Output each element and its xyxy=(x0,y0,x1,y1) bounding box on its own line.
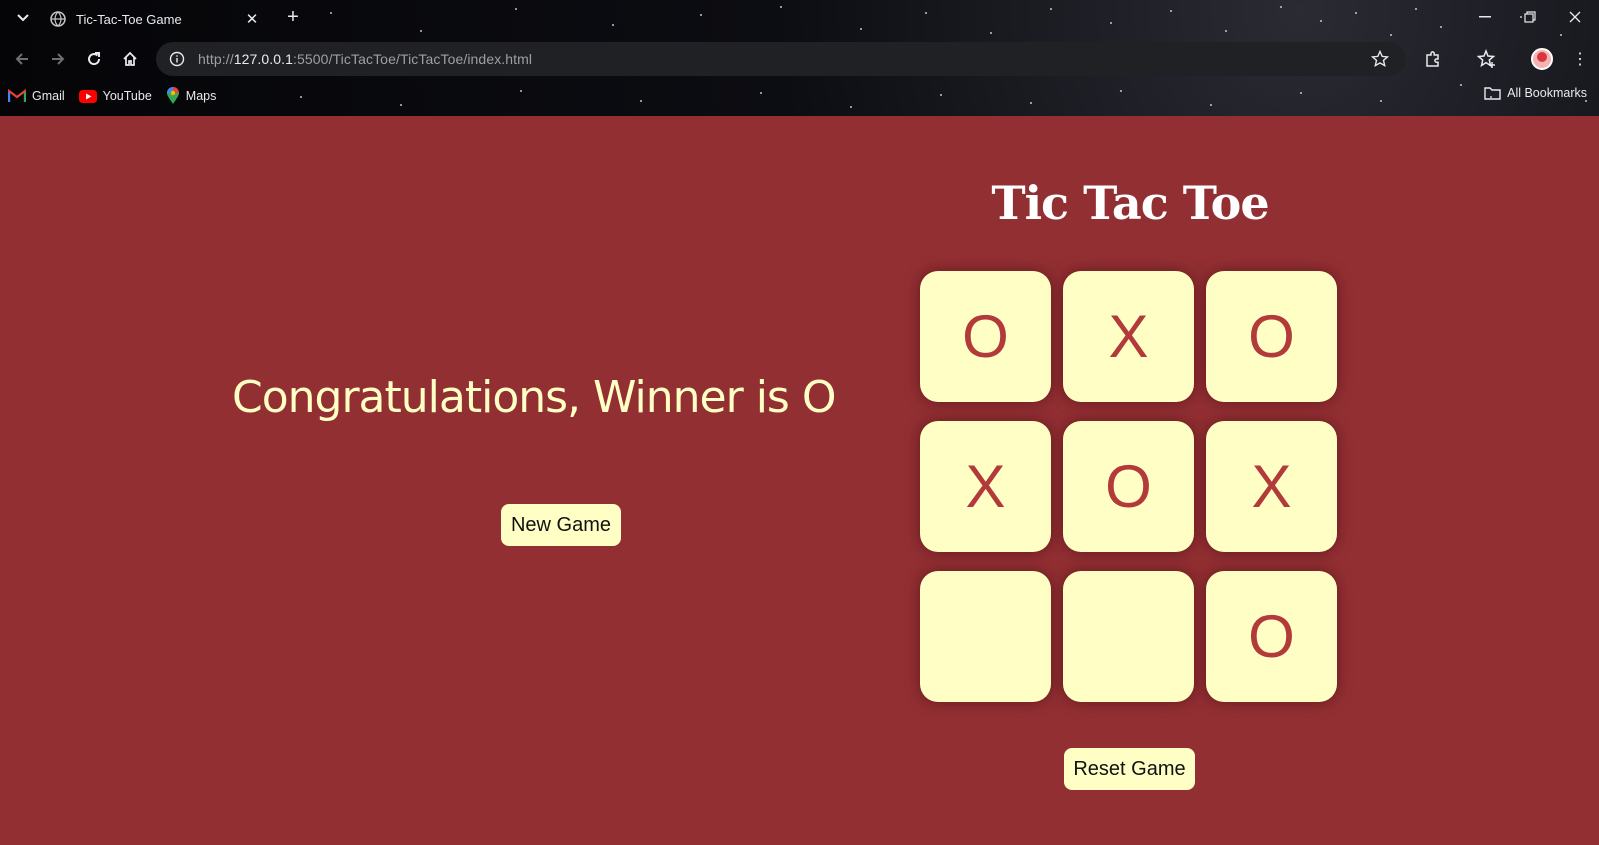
tab-title: Tic-Tac-Toe Game xyxy=(76,11,182,27)
back-arrow-icon[interactable] xyxy=(8,45,36,73)
browser-chrome: Tic-Tac-Toe Game ✕ + http://127.0.0.1:55… xyxy=(0,0,1599,116)
close-tab-icon[interactable]: ✕ xyxy=(244,11,260,28)
board-cell-3[interactable]: O xyxy=(1206,271,1337,402)
gmail-icon xyxy=(8,89,26,102)
all-bookmarks-button[interactable]: All Bookmarks xyxy=(1484,86,1587,100)
reset-game-button[interactable]: Reset Game xyxy=(1064,748,1195,790)
board-cell-9[interactable]: O xyxy=(1206,571,1337,702)
board-cell-5[interactable]: O xyxy=(1063,421,1194,552)
bookmark-label: Maps xyxy=(185,89,217,103)
youtube-icon xyxy=(78,89,97,103)
url-text: http://127.0.0.1:5500/TicTacToe/TicTacTo… xyxy=(198,51,533,67)
restore-icon[interactable] xyxy=(1508,4,1552,30)
new-tab-plus-icon[interactable]: + xyxy=(281,5,305,29)
reading-list-star-icon[interactable] xyxy=(1474,46,1500,72)
page-title: Tic Tac Toe xyxy=(991,176,1269,230)
bookmark-maps[interactable]: Maps xyxy=(166,87,217,105)
globe-icon xyxy=(50,11,66,27)
browser-tab[interactable]: Tic-Tac-Toe Game ✕ xyxy=(40,4,270,34)
game-board: O X O X O X O xyxy=(920,271,1340,713)
bookmarks-bar: Gmail YouTube Maps xyxy=(8,85,216,107)
board-cell-4[interactable]: X xyxy=(920,421,1051,552)
minimize-icon[interactable] xyxy=(1463,4,1507,30)
board-cell-7[interactable] xyxy=(920,571,1051,702)
board-cell-2[interactable]: X xyxy=(1063,271,1194,402)
home-icon[interactable] xyxy=(116,45,144,73)
bookmark-star-icon[interactable] xyxy=(1370,49,1390,69)
address-bar[interactable]: http://127.0.0.1:5500/TicTacToe/TicTacTo… xyxy=(156,42,1406,76)
board-cell-1[interactable]: O xyxy=(920,271,1051,402)
tab-search-chevron-icon[interactable] xyxy=(12,7,34,29)
profile-avatar[interactable] xyxy=(1531,48,1553,70)
board-cell-6[interactable]: X xyxy=(1206,421,1337,552)
forward-arrow-icon[interactable] xyxy=(44,45,72,73)
new-game-button[interactable]: New Game xyxy=(501,504,621,546)
reload-icon[interactable] xyxy=(80,45,108,73)
maps-icon xyxy=(166,87,179,104)
close-window-icon[interactable] xyxy=(1553,4,1597,30)
bookmark-gmail[interactable]: Gmail xyxy=(8,89,65,103)
board-cell-8[interactable] xyxy=(1063,571,1194,702)
bookmark-label: YouTube xyxy=(102,89,152,103)
bookmark-youtube[interactable]: YouTube xyxy=(78,89,152,103)
site-info-icon[interactable] xyxy=(168,50,186,68)
winner-message: Congratulations, Winner is O xyxy=(232,372,836,423)
game-page: Congratulations, Winner is O New Game Ti… xyxy=(0,116,1599,845)
all-bookmarks-label: All Bookmarks xyxy=(1507,86,1587,100)
menu-dots-icon[interactable]: ⋮ xyxy=(1572,47,1588,71)
extensions-puzzle-icon[interactable] xyxy=(1420,46,1446,72)
folder-icon xyxy=(1484,87,1501,100)
bookmark-label: Gmail xyxy=(32,89,65,103)
